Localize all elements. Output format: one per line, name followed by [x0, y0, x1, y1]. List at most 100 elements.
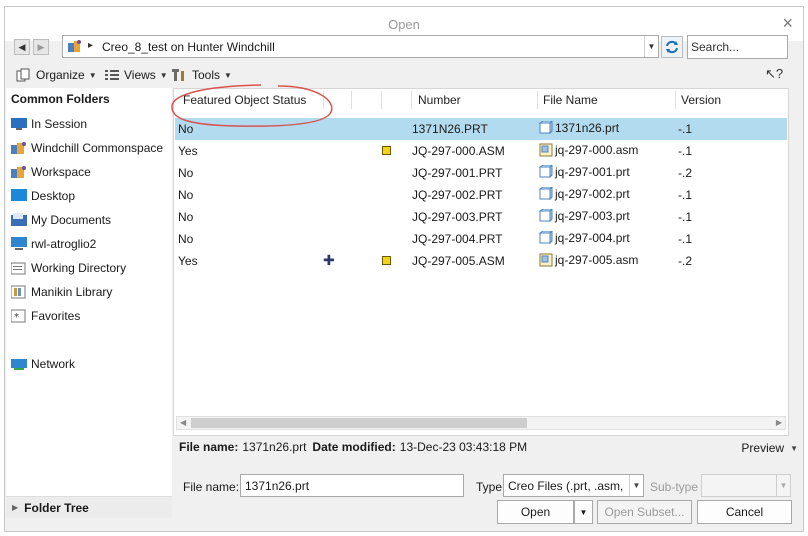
table-row[interactable]: Yes ✚ JQ-297-005.ASM jq-297-005.asm -.2: [175, 250, 787, 272]
sidebar-item-favorites[interactable]: * Favorites: [11, 306, 80, 326]
horizontal-scrollbar[interactable]: ◀ ▶: [176, 416, 786, 430]
file-info-bar: File name: 1371n26.prt Date modified: 13…: [179, 436, 789, 458]
sidebar-item-in-session[interactable]: In Session: [11, 114, 87, 134]
file-name-text: jq-297-005.asm: [555, 253, 639, 267]
chevron-down-icon: ▼: [790, 443, 798, 453]
preview-toggle[interactable]: Preview ▼: [741, 441, 798, 455]
dialog-title: Open: [388, 17, 420, 32]
sidebar-item-label: Network: [31, 357, 76, 371]
search-input[interactable]: Search...: [687, 35, 788, 59]
tools-menu[interactable]: Tools ▼: [172, 65, 232, 85]
column-divider: [381, 91, 382, 109]
sidebar-item-my-documents[interactable]: My Documents: [11, 210, 111, 230]
column-divider: [675, 91, 676, 109]
table-row[interactable]: No 1371N26.PRT 1371n26.prt -.1: [175, 118, 787, 140]
part-file-icon: [539, 187, 553, 201]
column-divider: [411, 91, 412, 109]
scroll-right-icon[interactable]: ▶: [776, 417, 782, 429]
address-dropdown-icon[interactable]: ▼: [644, 36, 658, 57]
table-row[interactable]: No JQ-297-004.PRT jq-297-004.prt -.1: [175, 228, 787, 250]
folder-tree-label: Folder Tree: [24, 500, 89, 515]
views-icon: [105, 70, 119, 80]
views-label: Views: [124, 68, 156, 82]
scroll-left-icon[interactable]: ◀: [180, 417, 186, 429]
assembly-file-icon: [539, 143, 553, 157]
file-list[interactable]: Featured Object Status Number File Name …: [173, 88, 789, 436]
file-name-field[interactable]: 1371n26.prt: [240, 474, 464, 497]
sidebar-item-label: Workspace: [31, 165, 91, 179]
chevron-down-icon: ▼: [629, 475, 643, 496]
subtype-label: Sub-type: [650, 480, 699, 494]
type-select-value: Creo Files (.prt, .asm,: [508, 479, 624, 493]
network-icon: [11, 359, 27, 370]
part-file-icon: [539, 209, 553, 223]
table-row[interactable]: No JQ-297-001.PRT jq-297-001.prt -.2: [175, 162, 787, 184]
refresh-button[interactable]: [661, 36, 683, 58]
organize-menu[interactable]: Organize ▼: [16, 65, 97, 85]
scrollbar-thumb[interactable]: [191, 418, 527, 428]
chevron-down-icon: ▼: [88, 70, 97, 80]
part-file-icon: [539, 165, 553, 179]
context-help-icon[interactable]: ↖?: [765, 66, 783, 82]
open-button[interactable]: Open: [497, 500, 574, 524]
sidebar-item-rwl-atroglio2[interactable]: rwl-atroglio2: [11, 234, 96, 254]
open-options-dropdown[interactable]: ▼: [574, 500, 593, 524]
cancel-button[interactable]: Cancel: [697, 500, 792, 524]
table-row[interactable]: Yes JQ-297-000.ASM jq-297-000.asm -.1: [175, 140, 787, 162]
address-bar[interactable]: ▸ Creo_8_test on Hunter Windchill ▼: [62, 35, 659, 58]
column-header-file-name[interactable]: File Name: [543, 89, 598, 111]
table-row[interactable]: No JQ-297-003.PRT jq-297-003.prt -.1: [175, 206, 787, 228]
sidebar-item-network[interactable]: Network: [11, 354, 75, 374]
status-cell: No: [178, 166, 194, 180]
tools-label: Tools: [192, 68, 221, 82]
views-menu[interactable]: Views ▼: [104, 65, 168, 85]
workspace-icon: [11, 166, 26, 178]
column-header-status[interactable]: Featured Object Status: [183, 89, 306, 111]
plus-icon: ✚: [323, 252, 335, 268]
version-cell: -.2: [678, 254, 693, 268]
file-name-text: 1371n26.prt: [555, 121, 620, 135]
forward-arrow-icon[interactable]: ▶: [33, 39, 49, 55]
number-cell: JQ-297-002.PRT: [412, 188, 503, 202]
preview-label: Preview: [741, 441, 785, 455]
status-flag-icon: [382, 146, 391, 155]
status-cell: No: [178, 232, 194, 246]
table-row[interactable]: No JQ-297-002.PRT jq-297-002.prt -.1: [175, 184, 787, 206]
commonspace-icon: [11, 142, 26, 154]
tools-icon: [172, 69, 184, 81]
organize-label: Organize: [36, 68, 85, 82]
sidebar-item-workspace[interactable]: Workspace: [11, 162, 91, 182]
status-cell: No: [178, 122, 194, 136]
file-name-cell: jq-297-003.prt: [539, 209, 630, 223]
file-name-text: jq-297-004.prt: [555, 231, 630, 245]
type-select[interactable]: Creo Files (.prt, .asm, ▼: [503, 474, 644, 497]
version-cell: -.2: [678, 166, 693, 180]
address-path: Creo_8_test on Hunter Windchill: [102, 40, 275, 54]
organize-icon: [16, 68, 30, 82]
open-subset-button[interactable]: Open Subset...: [597, 500, 692, 524]
chevron-down-icon: ▼: [579, 507, 588, 517]
sidebar-item-manikin-library[interactable]: Manikin Library: [11, 282, 112, 302]
sidebar-item-label: Desktop: [31, 189, 76, 203]
number-cell: 1371N26.PRT: [412, 122, 488, 136]
sidebar-item-working-directory[interactable]: Working Directory: [11, 258, 126, 278]
folder-tree-toggle[interactable]: ▶ Folder Tree: [6, 496, 172, 518]
column-header-number[interactable]: Number: [418, 89, 461, 111]
info-file-name-label: File name:: [179, 440, 239, 454]
file-name-cell: 1371n26.prt: [539, 121, 619, 135]
close-icon[interactable]: ×: [782, 13, 793, 33]
number-cell: JQ-297-001.PRT: [412, 166, 503, 180]
status-cell: Yes: [178, 254, 198, 268]
chevron-down-icon: ▼: [224, 70, 232, 80]
version-cell: -.1: [678, 210, 693, 224]
sidebar-item-windchill-commonspace[interactable]: Windchill Commonspace: [11, 138, 163, 158]
chevron-down-icon: ▼: [776, 475, 790, 496]
status-cell: No: [178, 188, 194, 202]
library-icon: [11, 285, 26, 299]
subtype-select[interactable]: ▼: [701, 474, 791, 497]
column-header-version[interactable]: Version: [681, 89, 721, 111]
sidebar-item-desktop[interactable]: Desktop: [11, 186, 75, 206]
sidebar-item-label: In Session: [31, 117, 88, 131]
back-arrow-icon[interactable]: ◀: [14, 39, 30, 55]
working-directory-icon: [11, 262, 26, 275]
